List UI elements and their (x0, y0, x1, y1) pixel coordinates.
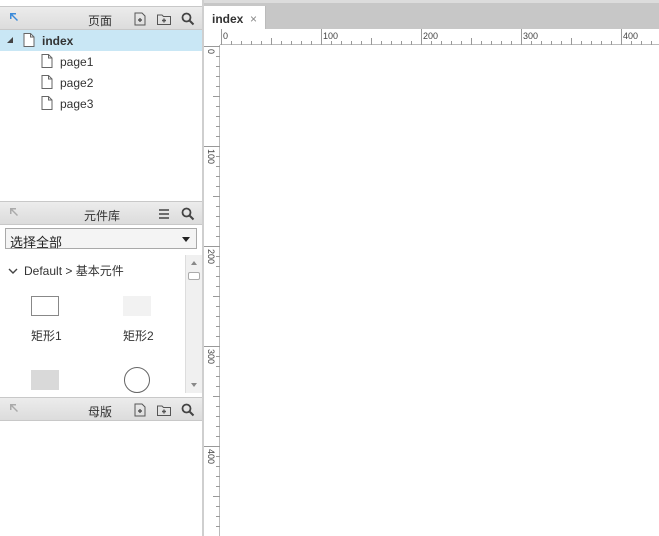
search-icon[interactable] (180, 11, 196, 27)
page-icon (41, 96, 53, 110)
page-tree-label: page3 (60, 97, 94, 111)
pages-panel-title: 页面 (88, 14, 113, 28)
vertical-ruler-ticks: 0 100 200 300 400 (204, 46, 220, 527)
library-group-label: Default > 基本元件 (24, 264, 124, 278)
collapse-arrow-icon[interactable] (8, 11, 20, 23)
masters-panel-title: 母版 (88, 405, 113, 419)
widget-rectangle-3[interactable] (31, 370, 59, 390)
widget-label: 矩形2 (123, 329, 154, 343)
design-canvas[interactable] (221, 46, 659, 536)
editor-tabbar: index × (204, 0, 659, 32)
ruler-label: 400 (623, 31, 638, 41)
ruler-label: 300 (523, 31, 538, 41)
page-tree-label: page2 (60, 76, 94, 90)
ruler-corner (204, 29, 220, 45)
widget-ellipse[interactable] (124, 367, 150, 393)
library-group-header[interactable]: Default > 基本元件 (8, 262, 124, 279)
page-tree-item-index[interactable]: index (0, 30, 202, 51)
add-folder-icon[interactable] (156, 402, 172, 418)
library-select-value: 选择全部 (10, 235, 63, 250)
chevron-down-icon (182, 237, 190, 242)
ruler-label: 300 (206, 349, 216, 364)
widget-label: 矩形1 (31, 329, 62, 343)
menu-icon[interactable] (156, 206, 172, 222)
tab-title: index (212, 12, 244, 26)
library-scrollbar[interactable] (185, 255, 202, 393)
collapse-arrow-icon[interactable] (8, 206, 20, 218)
masters-panel-header: 母版 (0, 397, 202, 421)
page-tree-item-page1[interactable]: page1 (0, 51, 202, 72)
widget-rectangle-1[interactable] (31, 296, 59, 316)
ruler-label: 400 (206, 449, 216, 464)
page-icon (23, 33, 35, 47)
collapse-arrow-icon[interactable] (8, 402, 20, 414)
ruler-label: 0 (223, 31, 228, 41)
app-window: 页面 index page1 page2 page3 元件库 选择全部 Defa… (0, 0, 659, 536)
chevron-down-icon (8, 268, 18, 274)
page-icon (41, 54, 53, 68)
widget-rectangle-2[interactable] (123, 296, 151, 316)
page-tree-label: page1 (60, 55, 94, 69)
search-icon[interactable] (180, 206, 196, 222)
search-icon[interactable] (180, 402, 196, 418)
library-panel-header: 元件库 (0, 201, 202, 225)
library-select[interactable]: 选择全部 (5, 228, 197, 250)
add-master-icon[interactable] (132, 402, 148, 418)
ruler-label: 0 (206, 49, 216, 54)
scroll-thumb[interactable] (188, 272, 200, 280)
page-icon (41, 75, 53, 89)
ruler-label: 100 (206, 149, 216, 164)
add-page-icon[interactable] (132, 11, 148, 27)
horizontal-ruler-ticks: 0 100 200 300 400 (221, 29, 652, 45)
page-tree-item-page2[interactable]: page2 (0, 72, 202, 93)
ruler-label: 200 (423, 31, 438, 41)
page-tree-label: index (42, 34, 74, 48)
add-folder-icon[interactable] (156, 11, 172, 27)
scroll-up-icon[interactable] (191, 261, 197, 265)
page-tree-item-page3[interactable]: page3 (0, 93, 202, 114)
library-panel-title: 元件库 (84, 209, 121, 223)
pages-panel-header: 页面 (0, 6, 202, 30)
ruler-label: 100 (323, 31, 338, 41)
ruler-label: 200 (206, 249, 216, 264)
horizontal-ruler: 0 100 200 300 400 (204, 29, 659, 45)
close-icon[interactable]: × (250, 12, 257, 26)
expand-triangle-icon[interactable] (6, 36, 14, 44)
vertical-ruler: 0 100 200 300 400 (204, 45, 220, 536)
left-sidebar: 页面 index page1 page2 page3 元件库 选择全部 Defa… (0, 0, 202, 536)
scroll-down-icon[interactable] (191, 383, 197, 387)
